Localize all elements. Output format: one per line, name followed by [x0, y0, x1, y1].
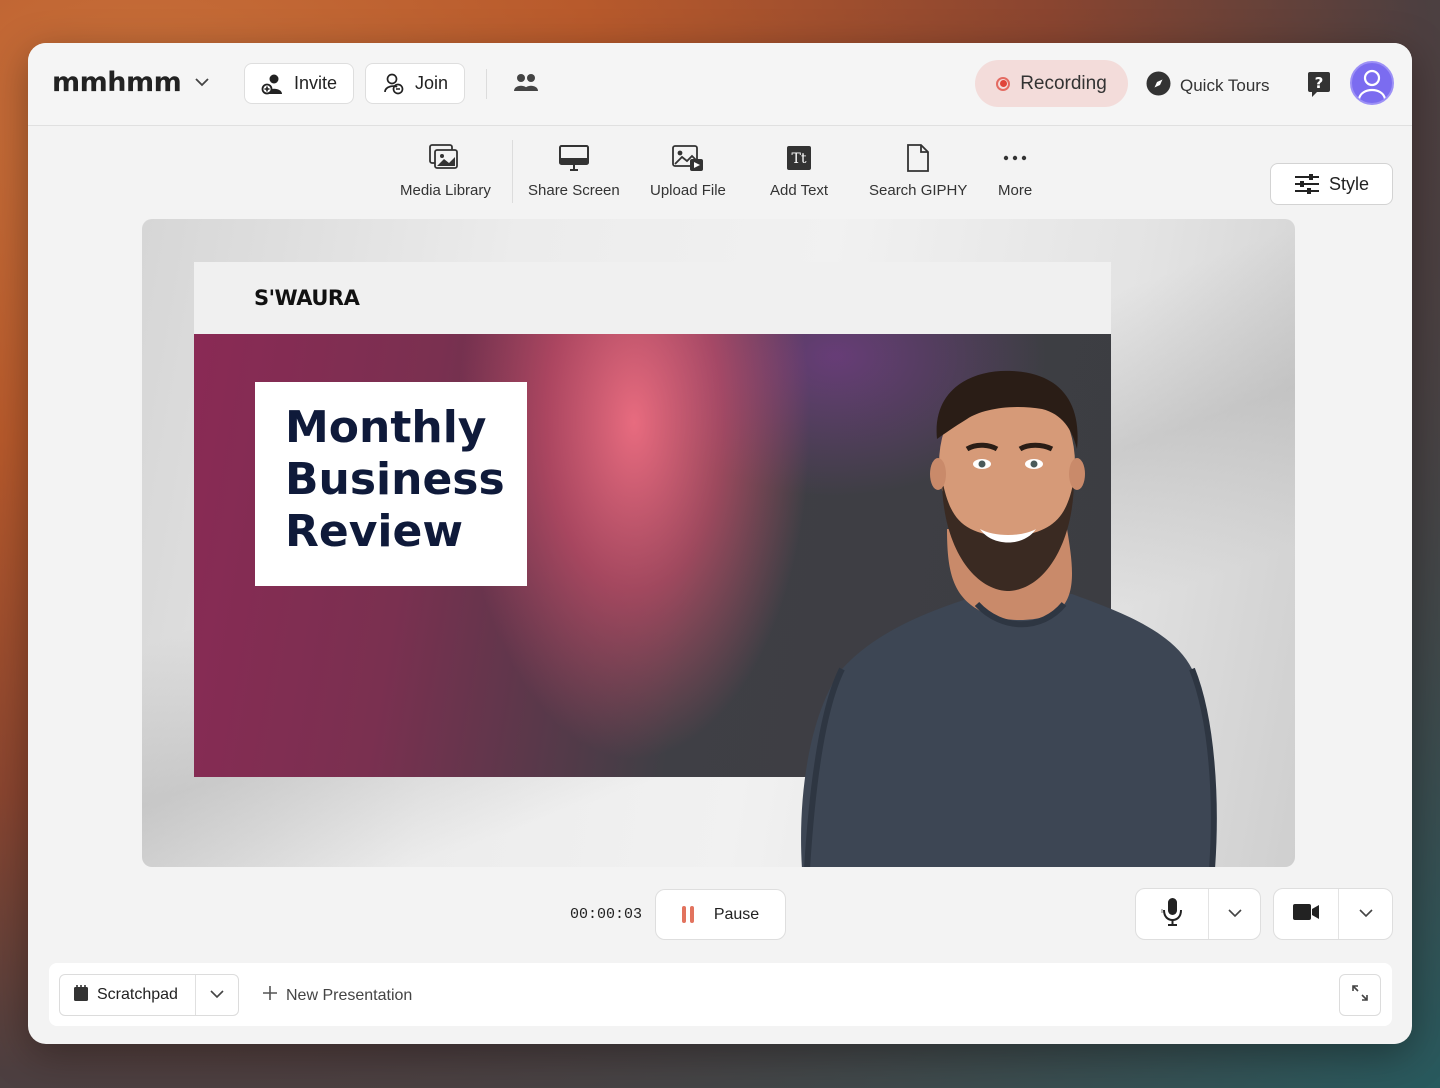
svg-text:Tt: Tt — [792, 151, 807, 167]
more-dots-icon — [1003, 143, 1027, 173]
scratchpad-button[interactable]: Scratchpad — [60, 984, 195, 1007]
add-user-icon — [261, 73, 285, 95]
microphone-options-dropdown[interactable] — [1209, 889, 1260, 939]
camera-options-dropdown[interactable] — [1339, 889, 1392, 939]
divider — [486, 69, 487, 99]
user-avatar[interactable] — [1350, 61, 1394, 105]
pause-icon — [681, 906, 694, 923]
svg-text:?: ? — [1315, 74, 1324, 92]
presentation-stage[interactable]: S'WAURA Monthly Business Review — [142, 219, 1295, 867]
style-label: Style — [1328, 173, 1370, 194]
join-label: Join — [414, 73, 449, 93]
slide-title-box: Monthly Business Review — [255, 382, 527, 586]
scratchpad-selector[interactable]: Scratchpad — [59, 974, 239, 1016]
recording-button[interactable]: Recording — [975, 60, 1128, 107]
participants-icon[interactable] — [512, 71, 540, 100]
scratchpad-dropdown[interactable] — [195, 975, 238, 1015]
presenter-video — [801, 370, 1217, 867]
search-giphy-button[interactable]: Search GIPHY — [869, 143, 967, 199]
media-library-icon — [429, 143, 461, 173]
toolbar-label: Search GIPHY — [869, 182, 968, 199]
quick-tours-button[interactable]: Quick Tours — [1146, 71, 1269, 101]
pause-label: Pause — [713, 905, 760, 923]
app-logo-menu[interactable]: mmhmm — [52, 67, 209, 98]
upload-file-button[interactable]: Upload File — [650, 143, 726, 199]
chevron-down-icon — [1227, 905, 1242, 923]
media-library-button[interactable]: Media Library — [400, 143, 491, 199]
invite-label: Invite — [293, 73, 338, 93]
slide-title-line: Review — [285, 506, 463, 557]
new-presentation-label: New Presentation — [286, 986, 413, 1004]
toolbar-label: Share Screen — [528, 182, 620, 199]
record-dot-icon — [996, 76, 1011, 91]
text-icon: Tt — [786, 143, 812, 173]
invite-button[interactable]: Invite — [244, 63, 354, 104]
slide-brand: S'WAURA — [254, 286, 360, 310]
upload-file-icon — [672, 143, 704, 173]
join-icon — [382, 72, 406, 96]
slide-title-line: Business — [285, 454, 505, 505]
expand-icon — [1351, 984, 1369, 1007]
toolbar-label: Upload File — [650, 182, 726, 199]
divider — [512, 140, 513, 203]
add-text-button[interactable]: Tt Add Text — [770, 143, 828, 199]
toolbar-label: More — [998, 182, 1033, 199]
app-logo: mmhmm — [52, 67, 182, 98]
recording-timer: 00:00:03 — [570, 906, 643, 923]
slide-title-line: Monthly — [285, 402, 487, 453]
slide-title: Monthly Business Review — [285, 402, 505, 558]
expand-button[interactable] — [1339, 974, 1381, 1016]
slide-header: S'WAURA — [194, 262, 1111, 334]
camera-control — [1273, 888, 1393, 940]
new-presentation-button[interactable]: New Presentation — [262, 985, 412, 1006]
scratchpad-label: Scratchpad — [97, 986, 178, 1003]
style-button[interactable]: Style — [1270, 163, 1393, 205]
quick-tours-label: Quick Tours — [1180, 76, 1270, 95]
microphone-control — [1135, 888, 1261, 940]
microphone-icon — [1159, 897, 1185, 932]
top-bar: mmhmm Invite Join Recording Quick Tours … — [28, 43, 1412, 126]
presentation-bar: Scratchpad New Presentation — [49, 963, 1392, 1026]
recording-label: Recording — [1020, 72, 1107, 94]
camera-toggle[interactable] — [1274, 889, 1338, 939]
plus-icon — [262, 985, 278, 1006]
pause-button[interactable]: Pause — [655, 889, 786, 940]
compass-icon — [1146, 71, 1171, 101]
file-icon — [906, 143, 930, 173]
monitor-icon — [558, 143, 589, 173]
more-button[interactable]: More — [998, 143, 1032, 199]
join-button[interactable]: Join — [365, 63, 465, 104]
notepad-icon — [73, 984, 89, 1007]
toolbar-label: Add Text — [770, 182, 829, 199]
sliders-icon — [1294, 173, 1320, 195]
chevron-down-icon — [195, 75, 209, 91]
share-screen-button[interactable]: Share Screen — [528, 143, 620, 199]
app-window: mmhmm Invite Join Recording Quick Tours … — [28, 43, 1412, 1044]
help-icon[interactable]: ? — [1306, 71, 1332, 104]
microphone-toggle[interactable] — [1136, 889, 1208, 939]
video-camera-icon — [1292, 903, 1320, 926]
toolbar-label: Media Library — [400, 182, 491, 199]
chevron-down-icon — [210, 986, 224, 1004]
chevron-down-icon — [1358, 905, 1373, 923]
